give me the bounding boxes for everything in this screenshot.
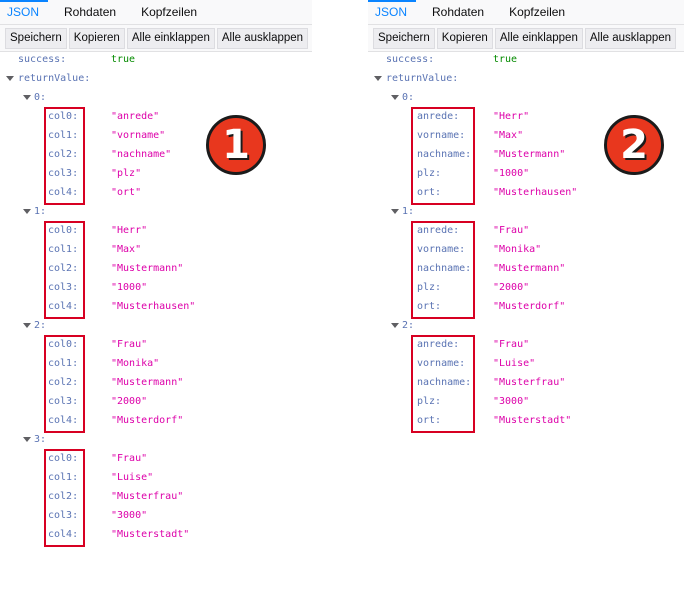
property-value: "Mustermann" xyxy=(111,377,184,388)
array-index-key[interactable]: 0: xyxy=(34,90,46,106)
expand-toggle-icon[interactable] xyxy=(23,95,31,100)
number-badge: 2 xyxy=(604,115,664,175)
property-value: "Max" xyxy=(111,244,142,255)
return-value-key[interactable]: returnValue: xyxy=(18,71,90,87)
property-value: "Musterstadt" xyxy=(493,415,572,426)
property-value: "Luise" xyxy=(493,358,536,369)
property-value: "Herr" xyxy=(111,225,148,236)
property-value: "ort" xyxy=(111,187,142,198)
expand-toggle-icon[interactable] xyxy=(391,323,399,328)
property-value: "Monika" xyxy=(493,244,542,255)
expand-toggle-icon[interactable] xyxy=(391,209,399,214)
property-value: "Frau" xyxy=(493,225,530,236)
array-index-key[interactable]: 1: xyxy=(34,204,46,220)
property-value: "Herr" xyxy=(493,111,530,122)
key-highlight-box xyxy=(44,335,85,433)
return-value-key[interactable]: returnValue: xyxy=(386,71,458,87)
property-value: "vorname" xyxy=(111,130,166,141)
badge-number: 2 xyxy=(620,122,648,168)
property-value: "Frau" xyxy=(111,339,148,350)
property-value: "Max" xyxy=(493,130,524,141)
expand-toggle-icon[interactable] xyxy=(374,76,382,81)
expand-toggle-icon[interactable] xyxy=(23,323,31,328)
property-value: "Musterstadt" xyxy=(111,529,190,540)
property-value: "Musterfrau" xyxy=(111,491,184,502)
array-index-key[interactable]: 3: xyxy=(34,432,46,448)
property-value: "1000" xyxy=(493,168,530,179)
success-key: success: xyxy=(18,54,67,65)
key-highlight-box xyxy=(44,107,85,205)
expand-toggle-icon[interactable] xyxy=(23,209,31,214)
property-value: "nachname" xyxy=(111,149,172,160)
success-key: success: xyxy=(386,54,435,65)
json-tree: success: true returnValue: 0: anrede: "Herr" v… xyxy=(368,0,684,600)
property-value: "Musterhausen" xyxy=(111,301,196,312)
property-value: "3000" xyxy=(111,510,148,521)
property-value: "Mustermann" xyxy=(493,149,566,160)
property-value: "Luise" xyxy=(111,472,154,483)
array-index-key[interactable]: 1: xyxy=(402,204,414,220)
property-value: "2000" xyxy=(493,282,530,293)
badge-number: 1 xyxy=(222,122,250,168)
expand-toggle-icon[interactable] xyxy=(23,437,31,442)
key-highlight-box xyxy=(411,107,475,205)
property-value: "anrede" xyxy=(111,111,160,122)
property-value: "Musterdorf" xyxy=(111,415,184,426)
success-value: true xyxy=(493,54,518,65)
property-value: "3000" xyxy=(493,396,530,407)
property-value: "Mustermann" xyxy=(493,263,566,274)
key-highlight-box xyxy=(44,449,85,547)
json-viewer-panel-1: JSON Rohdaten Kopfzeilen Speichern Kopieren A… xyxy=(0,0,312,600)
property-value: "Musterdorf" xyxy=(493,301,566,312)
array-index-key[interactable]: 2: xyxy=(402,318,414,334)
property-value: "Frau" xyxy=(493,339,530,350)
number-badge: 1 xyxy=(206,115,266,175)
property-value: "Musterfrau" xyxy=(493,377,566,388)
key-highlight-box xyxy=(411,335,475,433)
property-value: "Monika" xyxy=(111,358,160,369)
property-value: "plz" xyxy=(111,168,142,179)
property-value: "Frau" xyxy=(111,453,148,464)
array-index-key[interactable]: 2: xyxy=(34,318,46,334)
success-value: true xyxy=(111,54,136,65)
array-index-key[interactable]: 0: xyxy=(402,90,414,106)
property-value: "Mustermann" xyxy=(111,263,184,274)
key-highlight-box xyxy=(44,221,85,319)
key-highlight-box xyxy=(411,221,475,319)
property-value: "2000" xyxy=(111,396,148,407)
json-viewer-panel-2: JSON Rohdaten Kopfzeilen Speichern Kopieren A… xyxy=(368,0,684,600)
expand-toggle-icon[interactable] xyxy=(6,76,14,81)
property-value: "1000" xyxy=(111,282,148,293)
property-value: "Musterhausen" xyxy=(493,187,578,198)
json-tree: success: true returnValue: 0: col0: "anrede" c… xyxy=(0,0,312,600)
expand-toggle-icon[interactable] xyxy=(391,95,399,100)
